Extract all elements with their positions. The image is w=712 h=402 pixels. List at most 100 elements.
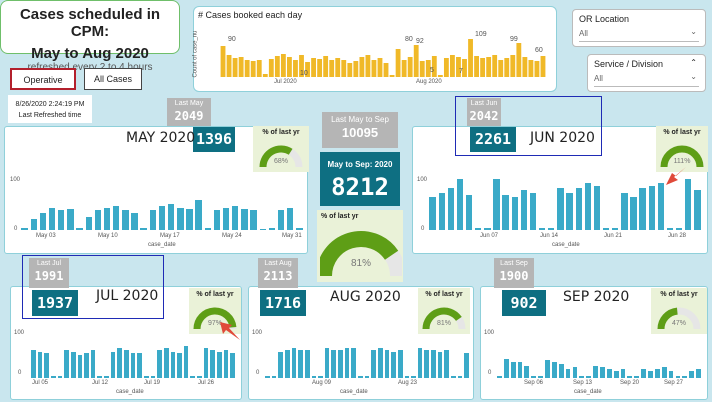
may-bar bbox=[177, 208, 184, 230]
may-last-label: Last May bbox=[174, 100, 204, 107]
sep-last-box: Last Sep 1900 bbox=[494, 258, 534, 288]
service-label: Service / Division bbox=[594, 59, 664, 69]
daily-bar bbox=[317, 59, 323, 77]
sep-bar bbox=[689, 371, 695, 378]
jul-bar bbox=[203, 348, 209, 378]
refresh-time: 8/26/2020 2:24:19 PM bbox=[15, 101, 85, 108]
may-bar bbox=[85, 217, 92, 230]
aug-bar bbox=[391, 352, 396, 378]
daily-bar bbox=[256, 60, 262, 77]
daily-bar bbox=[365, 55, 371, 77]
jun-xtick: Jun 07 bbox=[480, 233, 499, 239]
service-value: All bbox=[594, 74, 603, 83]
summary-last-label: Last May to Sep bbox=[331, 115, 389, 124]
may-bar bbox=[122, 210, 129, 230]
may-bar bbox=[58, 210, 65, 230]
may-gauge-pct: 68% bbox=[273, 158, 288, 165]
service-slicer[interactable]: Service / Division All ⌄ ⌃ bbox=[587, 54, 706, 92]
jun-bar bbox=[548, 228, 555, 230]
aug-value-box: 1716 bbox=[260, 290, 306, 316]
all-cases-button[interactable]: All Cases bbox=[84, 68, 142, 90]
jul-bar bbox=[84, 353, 89, 378]
jun-bar bbox=[621, 193, 628, 230]
daily-bar bbox=[389, 75, 395, 77]
jul-xtick: Jul 05 bbox=[32, 380, 49, 386]
sep-gauge-pct: 47% bbox=[671, 320, 686, 327]
jun-xtick: Jun 14 bbox=[540, 233, 559, 239]
jun-bar bbox=[429, 197, 436, 230]
aug-bar bbox=[338, 350, 343, 378]
sep-bar bbox=[641, 369, 647, 378]
daily-bar bbox=[534, 61, 540, 77]
jun-xtick: Jun 28 bbox=[668, 233, 687, 239]
jul-xtick: Jul 19 bbox=[144, 380, 161, 386]
jun-gauge-pct: 111% bbox=[673, 158, 691, 165]
jun-bar bbox=[593, 186, 601, 230]
sep-bar bbox=[545, 360, 550, 378]
jul-bar bbox=[230, 353, 235, 378]
jun-bar bbox=[675, 228, 683, 230]
daily-data-label: 10 bbox=[300, 70, 308, 77]
jun-bar bbox=[484, 228, 491, 230]
daily-bar bbox=[383, 63, 389, 77]
sep-bar bbox=[579, 376, 585, 378]
aug-bar bbox=[304, 350, 310, 378]
aug-bar bbox=[344, 348, 350, 378]
daily-bar bbox=[480, 58, 486, 77]
jul-bar bbox=[104, 376, 109, 378]
operative-cases-button[interactable]: Operative Cases bbox=[10, 68, 76, 105]
may-ytick: 100 bbox=[10, 177, 21, 183]
aug-bar bbox=[411, 376, 416, 378]
sep-bar bbox=[634, 376, 640, 378]
daily-bar bbox=[262, 74, 268, 77]
may-xtick: May 03 bbox=[36, 233, 56, 239]
may-bar bbox=[149, 210, 157, 230]
jul-bar bbox=[30, 350, 36, 378]
aug-ytick: 0 bbox=[256, 370, 260, 376]
summary-gauge-arc bbox=[320, 231, 402, 277]
daily-cases-chart: # Cases booked each day Count of case_nu… bbox=[193, 6, 557, 92]
jul-bar bbox=[177, 353, 182, 378]
service-dropdown[interactable]: All ⌄ bbox=[594, 72, 699, 87]
aug-bar-chart bbox=[264, 336, 470, 378]
sep-bar bbox=[497, 376, 502, 378]
daily-bar bbox=[359, 57, 365, 77]
daily-bar bbox=[311, 58, 316, 77]
jun-bar bbox=[475, 228, 482, 230]
sep-last-value: 1900 bbox=[499, 269, 529, 283]
sep-bar bbox=[675, 376, 681, 378]
aug-last-box: Last Aug 2113 bbox=[258, 258, 298, 288]
jul-highlight-box bbox=[22, 255, 164, 319]
aug-bar bbox=[351, 348, 357, 378]
aug-bar bbox=[424, 350, 430, 378]
sep-xtick: Sep 27 bbox=[664, 380, 684, 386]
aug-bar bbox=[437, 352, 443, 378]
jun-bar bbox=[612, 228, 619, 230]
or-location-slicer[interactable]: OR Location All ⌄ bbox=[572, 9, 706, 47]
may-gauge: % of last yr 68% bbox=[253, 126, 309, 172]
may-xtick: May 31 bbox=[282, 233, 302, 239]
sep-title: SEP 2020 bbox=[563, 289, 630, 305]
may-bar bbox=[94, 210, 102, 230]
jul-ytick: 0 bbox=[18, 370, 22, 376]
jun-arrow-icon bbox=[666, 167, 686, 185]
aug-xlabel: case_date bbox=[340, 389, 368, 395]
aug-bar bbox=[371, 350, 376, 378]
daily-bars bbox=[220, 39, 546, 77]
may-bar bbox=[250, 210, 257, 230]
daily-bar bbox=[450, 55, 455, 77]
jun-bar bbox=[538, 228, 546, 230]
may-bar bbox=[259, 229, 266, 230]
jun-highlight-box bbox=[455, 96, 602, 156]
jul-bar bbox=[77, 355, 83, 378]
daily-bar bbox=[280, 54, 286, 77]
aug-gauge: % of last yr 81% bbox=[418, 288, 470, 334]
may-bar bbox=[39, 213, 47, 230]
or-location-value: All bbox=[579, 29, 588, 38]
or-location-dropdown[interactable]: All ⌄ bbox=[579, 27, 699, 42]
daily-data-label: 80 bbox=[405, 36, 413, 43]
daily-bar bbox=[516, 43, 522, 77]
aug-last-label: Last Aug bbox=[264, 260, 292, 267]
aug-bar bbox=[431, 350, 436, 378]
jul-ytick: 100 bbox=[14, 330, 25, 336]
